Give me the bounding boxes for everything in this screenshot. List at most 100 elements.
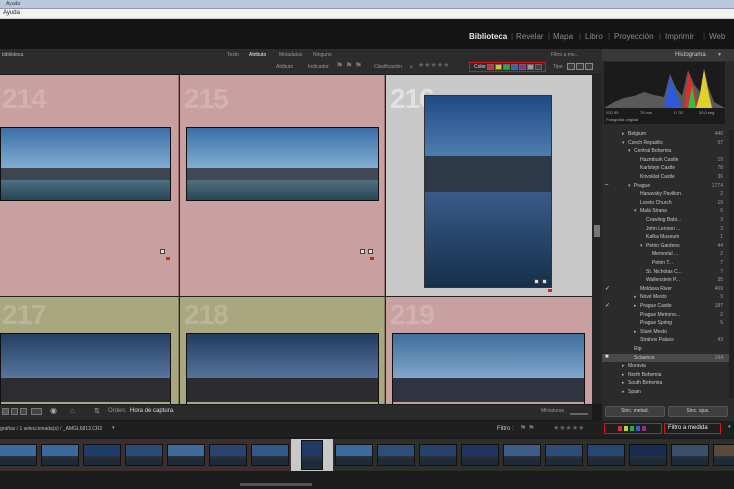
tipo-master-icon[interactable]	[567, 63, 575, 70]
color-swatch-green[interactable]	[503, 64, 510, 70]
keyword-row[interactable]: ▸ South Bohemia	[602, 379, 729, 387]
module-libro[interactable]: Libro	[585, 32, 603, 41]
disclosure-triangle-icon[interactable]: ▸	[634, 303, 637, 309]
keyword-checkbox[interactable]: ■	[605, 354, 609, 360]
filmstrip-cell[interactable]	[0, 439, 40, 471]
filmstrip-cell[interactable]	[459, 439, 502, 471]
filmstrip-thumbnail[interactable]	[251, 444, 289, 466]
color-swatch-red[interactable]	[487, 64, 494, 70]
disclosure-triangle-icon[interactable]: ▸	[622, 363, 625, 369]
filmstrip-thumbnail[interactable]	[83, 444, 121, 466]
tipo-video-icon[interactable]	[585, 63, 593, 70]
keyword-row[interactable]: ▾ Petrin Gardens 44	[602, 242, 729, 250]
thumbnail-size-slider[interactable]	[570, 413, 588, 415]
filmstrip-scrollbar[interactable]	[240, 483, 312, 486]
grid-scrollbar[interactable]	[592, 75, 602, 404]
collapse-triangle-icon[interactable]: ▾	[718, 51, 721, 58]
keyword-checkbox[interactable]: ✓	[605, 302, 610, 309]
filmstrip-thumbnail[interactable]	[587, 444, 625, 466]
disclosure-triangle-icon[interactable]: ▾	[622, 140, 625, 146]
disclosure-triangle-icon[interactable]: ▸	[634, 329, 637, 335]
keyword-row[interactable]: ▸ Spain	[602, 388, 729, 396]
keyword-row[interactable]: Prague Metrono... 2	[602, 311, 729, 319]
module-biblioteca[interactable]: Biblioteca	[469, 32, 507, 41]
sync-metadata-button[interactable]: Sinc. metad.	[605, 406, 665, 417]
survey-view-icon[interactable]	[31, 408, 42, 415]
keyword-row[interactable]: Petrin T... 7	[602, 259, 729, 267]
filmstrip-thumbnail[interactable]	[461, 444, 499, 466]
compare-view-icon[interactable]	[20, 408, 27, 415]
filmstrip-thumbnail[interactable]	[377, 444, 415, 466]
disclosure-triangle-icon[interactable]: ▸	[622, 389, 625, 395]
tipo-virtual-icon[interactable]	[576, 63, 584, 70]
keyword-row[interactable]: Rip	[602, 345, 729, 353]
chevron-down-icon[interactable]: ▾	[728, 424, 731, 430]
filmstrip-cell[interactable]	[669, 439, 712, 471]
keyword-row[interactable]: Strahov Palace 43	[602, 336, 729, 344]
filmstrip-thumbnail[interactable]	[209, 444, 247, 466]
grid-cell[interactable]: 217	[0, 297, 179, 404]
filmstrip-cell[interactable]	[291, 439, 334, 471]
chevron-down-icon[interactable]: ▾	[112, 425, 115, 431]
rating-operator[interactable]: ≥	[410, 64, 413, 70]
filmstrip-cell[interactable]	[81, 439, 124, 471]
keyword-row[interactable]: Hanavsky Pavilion 2	[602, 190, 729, 198]
keyword-row[interactable]: Krivoklat Castle 36	[602, 173, 729, 181]
filmstrip-thumbnail[interactable]	[419, 444, 457, 466]
keyword-row[interactable]: Karlstejn Castle 78	[602, 164, 729, 172]
disclosure-triangle-icon[interactable]: ▾	[640, 243, 643, 249]
filmstrip-thumbnail[interactable]	[713, 444, 734, 466]
keyword-row[interactable]: ▸ Moravia	[602, 362, 729, 370]
keyword-row[interactable]: St. Nicholas C... 7	[602, 268, 729, 276]
filmstrip-cell[interactable]	[501, 439, 544, 471]
disclosure-triangle-icon[interactable]: ▸	[622, 372, 625, 378]
color-swatch-custom[interactable]	[527, 64, 534, 70]
module-proyeccion[interactable]: Proyección	[614, 32, 654, 41]
filmstrip-thumbnail[interactable]	[0, 444, 37, 466]
filmstrip-cell[interactable]	[249, 439, 292, 471]
filter-tab-text[interactable]: Texto	[227, 52, 239, 58]
color-swatch-blue[interactable]	[511, 64, 518, 70]
module-imprimir[interactable]: Imprimir	[665, 32, 694, 41]
keyword-row[interactable]: ▾ Czech Republic 57	[602, 139, 729, 147]
disclosure-triangle-icon[interactable]: ▾	[628, 148, 631, 154]
sort-direction-icon[interactable]: ⇅	[94, 407, 100, 415]
grid-cell[interactable]: 214	[0, 75, 179, 296]
menu-item[interactable]: Ayuda	[6, 1, 20, 7]
keyword-row[interactable]: ▾ Malá Strana 6	[602, 207, 729, 215]
filmstrip-thumbnail[interactable]	[503, 444, 541, 466]
filter-preset-select[interactable]: Filtro a me...	[551, 52, 579, 58]
disclosure-triangle-icon[interactable]: ▸	[634, 294, 637, 300]
keyword-checkbox[interactable]: ✓	[605, 285, 610, 292]
filter-tab-none[interactable]: Ninguno	[313, 52, 332, 58]
keyword-row[interactable]: ▸ Belgium 446	[602, 130, 729, 138]
filmstrip-cell[interactable]	[417, 439, 460, 471]
filter-tab-attribute[interactable]: Atributo	[249, 52, 266, 58]
color-swatch-purple[interactable]	[519, 64, 526, 70]
keyword-row[interactable]: ▾ Central Bohemia	[602, 147, 729, 155]
filmstrip-cell[interactable]	[333, 439, 376, 471]
edit-badge-icon[interactable]	[368, 249, 373, 254]
filmstrip-cell[interactable]	[375, 439, 418, 471]
module-web[interactable]: Web	[709, 32, 725, 41]
scrollbar-thumb[interactable]	[594, 225, 600, 237]
module-revelar[interactable]: Revelar	[516, 32, 544, 41]
disclosure-triangle-icon[interactable]: ▸	[622, 131, 625, 137]
keyword-row[interactable]: Kafka Museum 1	[602, 233, 729, 241]
filmstrip-cell[interactable]	[711, 439, 734, 471]
keyword-row[interactable]: Wallenstein P... 35	[602, 276, 729, 284]
edit-badge-icon[interactable]	[534, 279, 539, 284]
filmstrip-thumbnail[interactable]	[671, 444, 709, 466]
keyword-checkbox[interactable]: –	[605, 182, 608, 188]
menu-help[interactable]: Ayuda	[3, 10, 20, 16]
disclosure-triangle-icon[interactable]: ▾	[634, 208, 637, 214]
keyword-row[interactable]: Hazmburk Castle 19	[602, 156, 729, 164]
grid-cell[interactable]: 219	[386, 297, 592, 404]
edit-badge-icon[interactable]	[360, 249, 365, 254]
rating-filter-stars[interactable]: ★★★★★	[553, 424, 584, 432]
flag-filter-icons[interactable]: ⚑ ⚑	[520, 424, 535, 432]
filmstrip-thumbnail[interactable]	[167, 444, 205, 466]
histogram-header[interactable]: Histograma ▾	[602, 49, 734, 61]
loupe-view-icon[interactable]	[11, 408, 18, 415]
filmstrip-cell[interactable]	[165, 439, 208, 471]
